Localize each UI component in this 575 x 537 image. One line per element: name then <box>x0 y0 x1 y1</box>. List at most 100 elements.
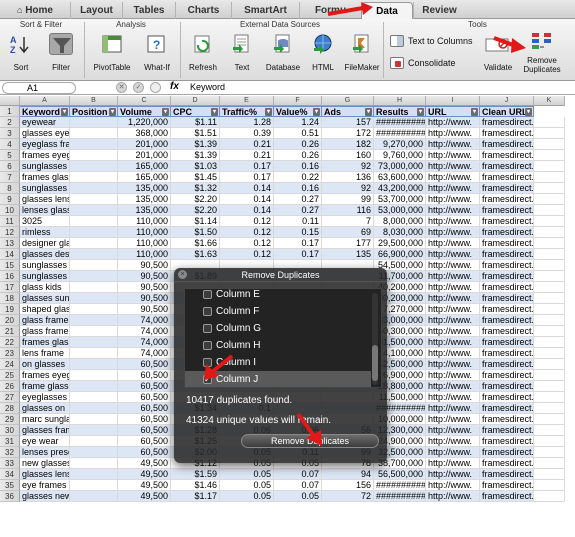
table-cell[interactable]: 73,000,000 <box>374 161 426 172</box>
table-cell[interactable]: 63,600,000 <box>374 172 426 183</box>
filter-dropdown-icon[interactable]: ▾ <box>265 108 272 116</box>
table-cell[interactable]: glasses lens <box>20 469 70 480</box>
tab-home[interactable]: ⌂ Home <box>0 2 70 19</box>
table-cell[interactable] <box>534 183 565 194</box>
table-cell[interactable]: http://www. <box>426 293 480 304</box>
table-cell[interactable]: http://www. <box>426 480 480 491</box>
table-cell[interactable]: framesdirect.com <box>480 282 534 293</box>
table-cell[interactable] <box>534 282 565 293</box>
table-cell[interactable]: 60,500 <box>118 359 171 370</box>
row-header[interactable]: 17 <box>0 282 20 293</box>
filter-dropdown-icon[interactable]: ▾ <box>162 108 169 116</box>
table-cell[interactable] <box>70 469 118 480</box>
pivottable-button[interactable]: PivotTable <box>90 33 134 72</box>
table-cell[interactable]: 0.27 <box>274 194 322 205</box>
list-item-column-i[interactable]: Column I <box>185 354 371 371</box>
list-item-column-j[interactable]: ✓ Column J <box>185 371 371 387</box>
table-cell[interactable]: framesdirect.com <box>480 304 534 315</box>
table-cell[interactable]: http://www. <box>426 469 480 480</box>
table-cell[interactable]: http://www. <box>426 227 480 238</box>
table-cell[interactable]: http://www. <box>426 315 480 326</box>
column-header[interactable]: J <box>480 96 534 106</box>
checkbox[interactable] <box>203 341 212 350</box>
table-cell[interactable]: 0.17 <box>274 249 322 260</box>
table-cell[interactable]: framesdirect.com <box>480 315 534 326</box>
row-header[interactable]: 13 <box>0 238 20 249</box>
consolidate-button[interactable]: Consolidate <box>390 57 456 69</box>
table-header-cell[interactable]: Ads ▾ <box>322 106 374 117</box>
table-cell[interactable]: http://www. <box>426 117 480 128</box>
table-cell[interactable]: 1.24 <box>274 117 322 128</box>
table-header-cell[interactable]: Volume ▾ <box>118 106 171 117</box>
table-cell[interactable] <box>70 227 118 238</box>
table-cell[interactable] <box>70 359 118 370</box>
table-cell[interactable] <box>534 117 565 128</box>
table-cell[interactable]: on glasses <box>20 359 70 370</box>
table-cell[interactable] <box>534 491 565 502</box>
table-cell[interactable] <box>70 249 118 260</box>
table-cell[interactable]: lenses prescr <box>20 447 70 458</box>
table-cell[interactable]: 177 <box>322 238 374 249</box>
table-cell[interactable]: framesdirect.com <box>480 414 534 425</box>
table-cell[interactable] <box>534 414 565 425</box>
table-cell[interactable]: 0.26 <box>274 150 322 161</box>
column-header[interactable]: G <box>322 96 374 106</box>
table-cell[interactable]: http://www. <box>426 183 480 194</box>
table-cell[interactable] <box>70 183 118 194</box>
table-cell[interactable]: 110,000 <box>118 249 171 260</box>
table-cell[interactable]: framesdirect.com <box>480 194 534 205</box>
table-cell[interactable] <box>534 392 565 403</box>
table-cell[interactable] <box>70 414 118 425</box>
row-header[interactable]: 21 <box>0 326 20 337</box>
table-cell[interactable]: 92 <box>322 161 374 172</box>
table-cell[interactable]: ########## <box>374 491 426 502</box>
table-cell[interactable]: 0.39 <box>220 128 274 139</box>
table-cell[interactable]: 116 <box>322 205 374 216</box>
row-header[interactable]: 6 <box>0 161 20 172</box>
table-cell[interactable] <box>534 469 565 480</box>
table-cell[interactable] <box>534 381 565 392</box>
column-header[interactable]: D <box>171 96 220 106</box>
column-list[interactable]: Column E Column F Column G Column H Colu… <box>184 288 382 388</box>
column-header[interactable]: B <box>70 96 118 106</box>
table-cell[interactable]: 1.28 <box>220 117 274 128</box>
table-cell[interactable]: marc sunglas <box>20 414 70 425</box>
table-cell[interactable]: 135 <box>322 249 374 260</box>
table-cell[interactable]: 0.16 <box>274 161 322 172</box>
sort-button[interactable]: AZ Sort <box>4 33 38 72</box>
cancel-icon[interactable]: ✕ <box>116 82 127 93</box>
table-cell[interactable]: http://www. <box>426 161 480 172</box>
table-cell[interactable]: http://www. <box>426 458 480 469</box>
list-item-column-e[interactable]: Column E <box>185 289 371 303</box>
html-button[interactable]: HTML <box>306 33 340 72</box>
table-cell[interactable]: 74,000 <box>118 326 171 337</box>
row-header[interactable]: 33 <box>0 458 20 469</box>
table-cell[interactable]: 368,000 <box>118 128 171 139</box>
table-cell[interactable]: framesdirect.com <box>480 216 534 227</box>
table-cell[interactable]: framesdirect.com <box>480 205 534 216</box>
table-cell[interactable]: 165,000 <box>118 161 171 172</box>
table-cell[interactable]: http://www. <box>426 447 480 458</box>
tab-smartart[interactable]: SmartArt <box>231 2 299 19</box>
column-header[interactable]: K <box>534 96 565 106</box>
table-cell[interactable]: http://www. <box>426 337 480 348</box>
table-cell[interactable]: http://www. <box>426 238 480 249</box>
row-header[interactable]: 8 <box>0 183 20 194</box>
table-cell[interactable] <box>534 458 565 469</box>
tab-layout[interactable]: Layout <box>70 2 122 19</box>
column-header[interactable]: C <box>118 96 171 106</box>
table-cell[interactable]: framesdirect.com <box>480 348 534 359</box>
table-cell[interactable] <box>70 216 118 227</box>
table-cell[interactable] <box>534 304 565 315</box>
table-cell[interactable]: ########## <box>374 480 426 491</box>
table-cell[interactable]: 0.16 <box>274 183 322 194</box>
table-cell[interactable]: 0.17 <box>220 161 274 172</box>
table-cell[interactable]: 53,000,000 <box>374 205 426 216</box>
table-cell[interactable]: framesdirect.com <box>480 172 534 183</box>
table-cell[interactable] <box>70 458 118 469</box>
table-cell[interactable] <box>70 480 118 491</box>
table-cell[interactable]: framesdirect.com <box>480 359 534 370</box>
table-cell[interactable]: $1.50 <box>171 227 220 238</box>
list-scrollbar[interactable] <box>372 293 378 385</box>
tab-review[interactable]: Review <box>413 2 465 19</box>
